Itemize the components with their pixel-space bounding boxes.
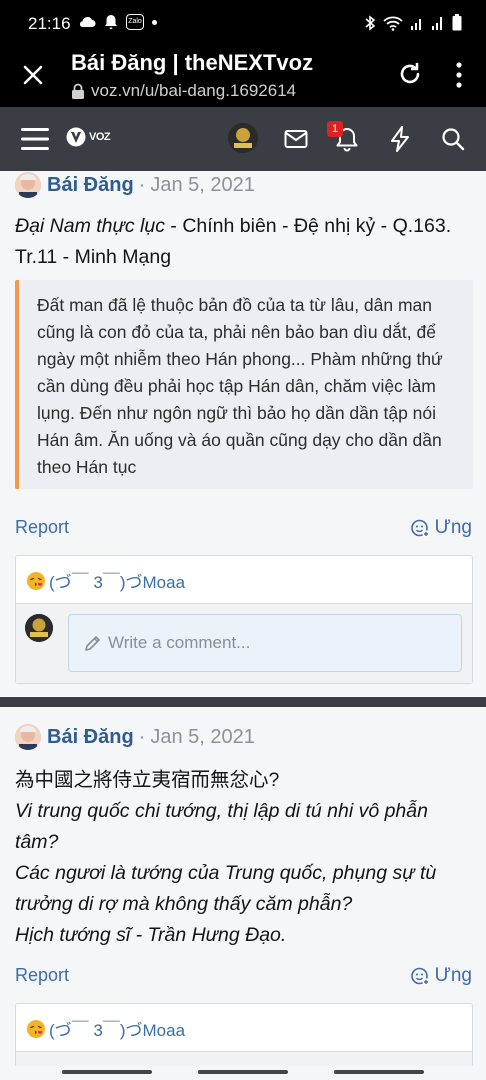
post-body-line: Vi trung quốc chi tướng, thị lập di tú n… bbox=[15, 800, 428, 853]
react-button[interactable]: Ưng bbox=[410, 517, 472, 539]
notification-icons: Zalo bbox=[78, 14, 157, 30]
post-body-line: Hịch tướng sĩ - Trần Hưng Đạo. bbox=[15, 924, 287, 946]
author-avatar[interactable] bbox=[15, 172, 41, 198]
user-avatar[interactable] bbox=[228, 123, 258, 153]
signal-icon bbox=[432, 16, 442, 30]
reload-icon[interactable] bbox=[396, 60, 424, 88]
page-title: Bái Đăng | theNEXTvoz bbox=[71, 50, 314, 75]
comment-box: Write a comment... bbox=[16, 603, 472, 683]
url-text: voz.vn/u/bai-dang.1692614 bbox=[91, 81, 297, 100]
post-date[interactable]: Jan 5, 2021 bbox=[150, 726, 255, 749]
wifi-icon bbox=[383, 16, 403, 31]
post-body: Đại Nam thực lục - Chính biên - Đệ nhị k… bbox=[15, 211, 455, 273]
post-author: Bái Đăng · Jan 5, 2021 bbox=[15, 724, 255, 750]
mail-icon[interactable] bbox=[284, 129, 308, 149]
post-actions: Report Ưng bbox=[15, 965, 472, 993]
more-options-icon[interactable] bbox=[452, 60, 466, 90]
dot-icon bbox=[152, 19, 157, 25]
smiley-plus-icon bbox=[410, 967, 430, 986]
comment-input[interactable]: Write a comment... bbox=[68, 614, 462, 672]
author-name[interactable]: Bái Đăng bbox=[47, 726, 134, 749]
reaction-summary[interactable]: (づ￣ 3￣)づMoaa bbox=[26, 1016, 185, 1041]
status-time: 21:16 bbox=[28, 14, 71, 33]
lock-icon bbox=[72, 83, 84, 99]
url-bar[interactable]: voz.vn/u/bai-dang.1692614 bbox=[71, 81, 296, 101]
system-navigation-bar bbox=[0, 1066, 486, 1080]
close-icon[interactable] bbox=[20, 62, 46, 88]
reaction-summary[interactable]: (づ￣ 3￣)づMoaa bbox=[26, 568, 185, 593]
reactions-and-comments: (づ￣ 3￣)づMoaa Write a comment... bbox=[15, 555, 473, 684]
post-quote: Đất man đã lệ thuộc bản đồ của ta từ lâu… bbox=[15, 280, 473, 489]
post-author: Bái Đăng · Jan 5, 2021 bbox=[15, 172, 255, 198]
post-body-line: Các ngươi là tướng của Trung quốc, phụng… bbox=[15, 862, 437, 915]
report-link[interactable]: Report bbox=[15, 517, 69, 538]
voz-logo-icon bbox=[66, 127, 86, 147]
search-icon[interactable] bbox=[441, 127, 465, 151]
whats-new-bolt-icon[interactable] bbox=[390, 126, 410, 152]
reaction-text: (づ￣ 3￣)づMoaa bbox=[49, 573, 186, 592]
separator-dot: · bbox=[138, 725, 146, 748]
react-label: Ưng bbox=[434, 517, 472, 538]
kiss-emoji-icon bbox=[27, 571, 45, 590]
kiss-emoji-icon bbox=[27, 1019, 45, 1038]
pencil-icon bbox=[85, 636, 100, 651]
zalo-icon: Zalo bbox=[126, 14, 144, 30]
logo-text: VOZ bbox=[89, 131, 111, 143]
react-label: Ưng bbox=[434, 965, 472, 986]
nav-pill bbox=[198, 1070, 288, 1074]
site-nav: VOZ 1 bbox=[0, 107, 486, 171]
menu-icon[interactable] bbox=[20, 126, 50, 152]
report-link[interactable]: Report bbox=[15, 965, 69, 986]
post-body: 為中國之將侍立夷宿而無忿心? Vi trung quốc chi tướng, … bbox=[15, 765, 470, 951]
react-button[interactable]: Ưng bbox=[410, 965, 472, 987]
bell-icon bbox=[105, 15, 117, 29]
battery-icon bbox=[452, 14, 462, 31]
profile-post: Bái Đăng · Jan 5, 2021 Đại Nam thực lục … bbox=[0, 171, 486, 696]
post-actions: Report Ưng bbox=[15, 517, 472, 545]
smiley-plus-icon bbox=[410, 519, 430, 538]
notification-count-badge: 1 bbox=[327, 121, 343, 137]
system-icons bbox=[364, 14, 462, 31]
profile-post: Bái Đăng · Jan 5, 2021 為中國之將侍立夷宿而無忿心? Vi… bbox=[0, 707, 486, 1080]
signal-icon bbox=[411, 18, 421, 30]
reaction-text: (づ￣ 3￣)づMoaa bbox=[49, 1021, 186, 1040]
nav-pill bbox=[62, 1070, 152, 1074]
post-body-line: 為中國之將侍立夷宿而無忿心? bbox=[15, 769, 280, 791]
post-separator bbox=[0, 697, 486, 707]
post-date[interactable]: Jan 5, 2021 bbox=[150, 174, 255, 197]
site-logo[interactable]: VOZ bbox=[66, 127, 111, 147]
browser-header: Bái Đăng | theNEXTvoz voz.vn/u/bai-dang.… bbox=[0, 46, 486, 106]
separator-dot: · bbox=[138, 173, 146, 196]
bluetooth-icon bbox=[365, 14, 376, 31]
author-avatar[interactable] bbox=[15, 724, 41, 750]
cloud-icon bbox=[79, 17, 96, 27]
nav-pill bbox=[334, 1070, 424, 1074]
status-bar: 21:16 Zalo bbox=[0, 0, 486, 46]
post-body-italic: Đại Nam thực lục bbox=[15, 215, 165, 237]
commenter-avatar bbox=[25, 614, 53, 642]
author-name[interactable]: Bái Đăng bbox=[47, 174, 134, 197]
profile-posts-feed: Bái Đăng · Jan 5, 2021 Đại Nam thực lục … bbox=[0, 171, 486, 1080]
comment-placeholder: Write a comment... bbox=[108, 633, 251, 652]
quote-text: Đất man đã lệ thuộc bản đồ của ta từ lâu… bbox=[37, 295, 443, 477]
